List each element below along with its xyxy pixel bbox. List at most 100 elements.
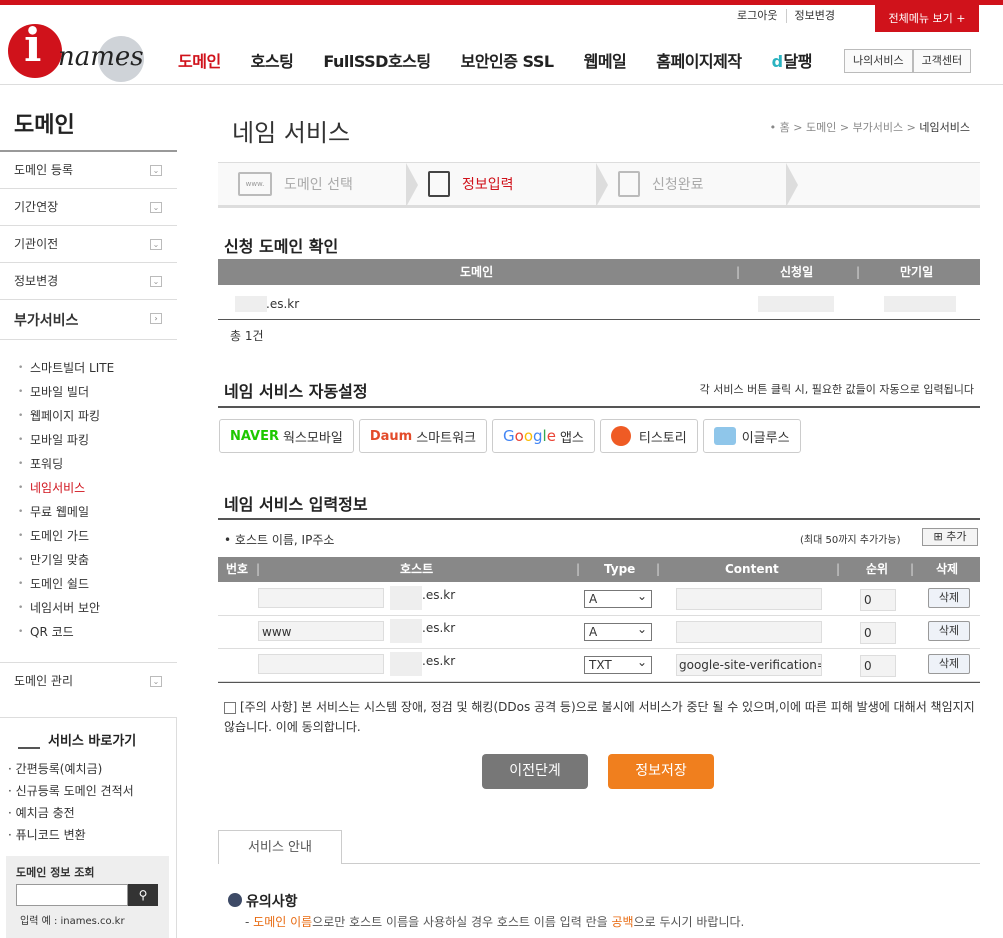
button-label: 티스토리 <box>638 430 687 446</box>
nav-dalpaeng[interactable]: 달팽 <box>772 48 813 72</box>
host-input[interactable] <box>258 588 384 608</box>
notice-highlight: 공백 <box>611 915 634 929</box>
sidebar-item-manage[interactable]: 도메인 관리 ⌄ <box>0 663 177 700</box>
sidebar-item-transfer[interactable]: 기관이전 ⌄ <box>0 226 177 263</box>
daum-logo: Daum <box>369 428 413 444</box>
shortcut-label: 퓨니코드 변환 <box>15 828 86 842</box>
redacted-text <box>390 586 422 610</box>
delete-button[interactable]: 삭제 <box>928 654 970 674</box>
lookup-title: 도메인 정보 조회 <box>16 866 95 879</box>
submenu-item[interactable]: 웹페이지 파킹 <box>16 404 177 428</box>
nav-webmail[interactable]: 웹메일 <box>584 48 627 72</box>
column-header: 순위 <box>866 562 889 576</box>
breadcrumb-item[interactable]: 부가서비스 <box>853 121 904 134</box>
step-label: 정보입력 <box>462 177 514 193</box>
tab-line <box>342 863 980 864</box>
sidebar-item-register[interactable]: 도메인 등록 ⌄ <box>0 152 177 189</box>
save-info-button[interactable]: 정보저장 <box>608 754 714 789</box>
auto-setting-note: 각 서비스 버튼 클릭 시, 필요한 값들이 자동으로 입력됩니다 <box>699 383 974 396</box>
record-domain: .es.kr <box>422 588 456 602</box>
column-header: 호스트 <box>400 562 434 576</box>
type-select[interactable]: TXT <box>584 654 652 674</box>
agree-checkbox[interactable] <box>224 701 236 714</box>
redacted-text <box>390 652 422 676</box>
naver-works-button[interactable]: NAVER 웍스모바일 <box>219 419 354 453</box>
search-icon[interactable]: ⚲ <box>128 884 158 906</box>
nav-fullssd[interactable]: FullSSD호스팅 <box>323 48 431 72</box>
agreement: [주의 사항] 본 서비스는 시스템 장애, 정검 및 해킹(DDos 공격 등… <box>224 697 980 737</box>
step-label: 도메인 선택 <box>284 177 353 193</box>
rank-input[interactable]: 0 <box>860 622 896 644</box>
content-input[interactable]: google-site-verification=k <box>676 654 822 676</box>
breadcrumb-item[interactable]: 도메인 <box>806 121 836 134</box>
delete-button[interactable]: 삭제 <box>928 588 970 608</box>
column-header: 신청일 <box>780 265 814 279</box>
all-menu-button[interactable]: 전체메뉴 보기 + <box>875 5 979 32</box>
customer-center-button[interactable]: 고객센터 <box>912 49 972 73</box>
sidebar-item-label: 부가서비스 <box>14 313 79 329</box>
prev-step-button[interactable]: 이전단계 <box>482 754 588 789</box>
column-separator: | <box>256 562 261 576</box>
logout-link[interactable]: 로그아웃 <box>729 9 787 23</box>
notice-title: 유의사항 <box>228 891 298 911</box>
breadcrumb-item[interactable]: 홈 <box>780 121 790 134</box>
nav-ssl[interactable]: 보안인증 SSL <box>461 48 554 72</box>
column-separator: | <box>836 562 841 576</box>
submenu-item[interactable]: 모바일 빌더 <box>16 380 177 404</box>
utility-links: 로그아웃 정보변경 <box>729 9 843 23</box>
rank-input[interactable]: 0 <box>860 589 896 611</box>
nav-homepage[interactable]: 홈페이지제작 <box>656 48 742 72</box>
shortcut-link[interactable]: · 퓨니코드 변환 <box>0 824 176 846</box>
host-input[interactable]: www <box>258 621 384 641</box>
button-label: 웍스모바일 <box>283 430 343 446</box>
tistory-icon <box>610 426 631 446</box>
submenu-item[interactable]: 포워딩 <box>16 452 177 476</box>
type-select[interactable]: A <box>584 621 652 641</box>
submenu-item[interactable]: 스마트빌더 LITE <box>16 356 177 380</box>
tab-service-guide[interactable]: 서비스 안내 <box>218 830 342 864</box>
content-input[interactable] <box>676 621 822 643</box>
record-table-header: 번호 | 호스트 | Type | Content | 순위 | 삭제 <box>218 557 980 582</box>
add-record-button[interactable]: ⊞ 추가 <box>922 528 978 546</box>
my-service-button[interactable]: 나의서비스 <box>844 49 913 73</box>
step-label: 신청완료 <box>652 177 704 193</box>
sidebar-item-addon[interactable]: 부가서비스 › <box>0 300 177 340</box>
redacted-date <box>758 296 834 312</box>
nav-hosting[interactable]: 호스팅 <box>251 48 294 72</box>
confirm-table-header: 도메인 | 신청일 | 만기일 <box>218 259 980 285</box>
lookup-input[interactable] <box>16 884 128 906</box>
confirm-domain: .es.kr <box>266 297 300 311</box>
shortcut-link[interactable]: · 간편등록(예치금) <box>0 758 176 780</box>
host-input[interactable] <box>258 654 384 674</box>
info-change-link[interactable]: 정보변경 <box>787 9 843 23</box>
submenu-item[interactable]: QR 코드 <box>16 620 177 644</box>
submenu-item[interactable]: 무료 웹메일 <box>16 500 177 524</box>
breadcrumb-current: 네임서비스 <box>919 121 970 134</box>
sidebar-item-info[interactable]: 정보변경 ⌄ <box>0 263 177 300</box>
egloos-button[interactable]: 이글루스 <box>702 419 801 453</box>
submenu-item[interactable]: 모바일 파킹 <box>16 428 177 452</box>
submenu-item-active[interactable]: 네임서비스 <box>16 476 177 500</box>
redacted-text <box>390 619 422 643</box>
tistory-button[interactable]: 티스토리 <box>599 419 698 453</box>
shortcut-link[interactable]: · 예치금 충전 <box>0 802 176 824</box>
sidebar-item-label: 기간연장 <box>14 200 59 214</box>
sidebar-item-label: 기관이전 <box>14 237 59 251</box>
submenu-item[interactable]: 만기일 맞춤 <box>16 548 177 572</box>
delete-button[interactable]: 삭제 <box>928 621 970 641</box>
column-separator: | <box>656 562 661 576</box>
google-apps-button[interactable]: Google 앱스 <box>492 419 595 453</box>
content-input[interactable] <box>676 588 822 610</box>
daum-smartwork-button[interactable]: Daum 스마트워크 <box>358 419 488 453</box>
nav-domain[interactable]: 도메인 <box>178 48 221 72</box>
column-header: Content <box>725 562 779 576</box>
inames-logo[interactable]: names <box>8 18 144 82</box>
submenu-item[interactable]: 네임서버 보안 <box>16 596 177 620</box>
submenu-item[interactable]: 도메인 쉴드 <box>16 572 177 596</box>
sidebar-item-renew[interactable]: 기간연장 ⌄ <box>0 189 177 226</box>
shortcut-link[interactable]: · 신규등록 도메인 견적서 <box>0 780 176 802</box>
type-select[interactable]: A <box>584 588 652 608</box>
column-separator: | <box>856 265 861 279</box>
rank-input[interactable]: 0 <box>860 655 896 677</box>
submenu-item[interactable]: 도메인 가드 <box>16 524 177 548</box>
